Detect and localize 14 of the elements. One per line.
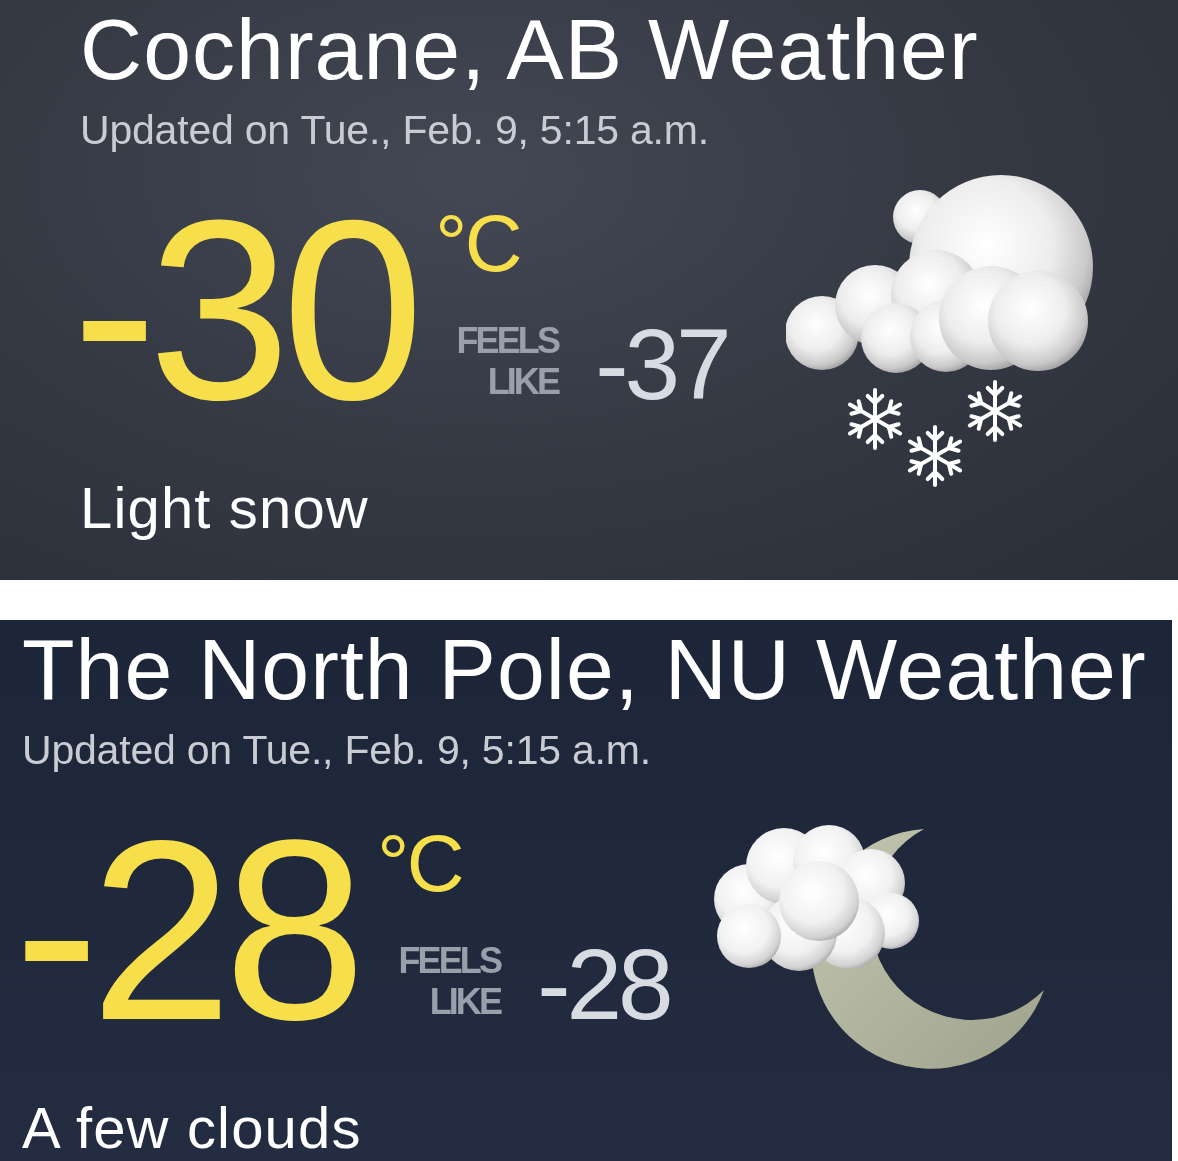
feels-like-value: -28 bbox=[537, 944, 671, 1023]
location-title: The North Pole, NU Weather bbox=[22, 626, 1147, 712]
location-title: Cochrane, AB Weather bbox=[80, 6, 979, 92]
temperature-unit: °C bbox=[377, 824, 464, 904]
temperature: -28 bbox=[14, 828, 358, 1033]
feels-like-label: FEELS LIKE bbox=[398, 940, 502, 1023]
cloud-snow-icon bbox=[785, 173, 1096, 488]
temperature: -30 bbox=[72, 208, 416, 413]
updated-time: Updated on Tue., Feb. 9, 5:15 a.m. bbox=[80, 110, 709, 151]
feels-like-value: -37 bbox=[595, 324, 729, 403]
weather-condition: A few clouds bbox=[22, 1098, 362, 1157]
feels-like-label: FEELS LIKE bbox=[456, 320, 560, 403]
updated-time: Updated on Tue., Feb. 9, 5:15 a.m. bbox=[22, 730, 651, 771]
temperature-unit: °C bbox=[435, 204, 522, 284]
